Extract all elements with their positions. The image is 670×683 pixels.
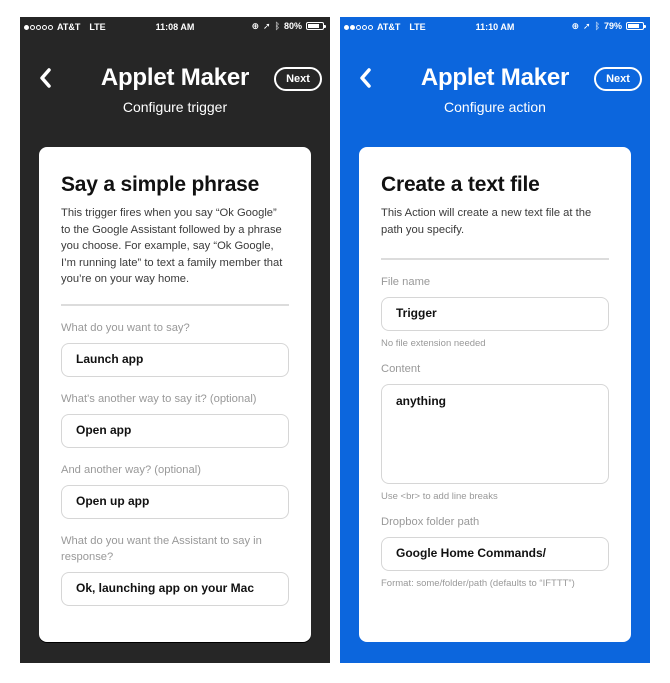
field-label: Dropbox folder path: [381, 516, 480, 528]
file-name-input[interactable]: Trigger: [381, 297, 609, 331]
action-screen: AT&T LTE 11:10 AM ⊕ ➚ ᛒ 79% Applet Maker…: [340, 17, 650, 663]
field-label: What's another way to say it? (optional): [61, 392, 257, 405]
page-subtitle: Configure trigger: [122, 99, 228, 115]
field-label: Content: [381, 363, 421, 375]
card-heading: Say a simple phrase: [61, 173, 260, 196]
card-heading: Create a text file: [381, 173, 540, 196]
response-input[interactable]: Ok, launching app on your Mac: [61, 571, 289, 606]
alt-phrase-2-input[interactable]: Open up app: [61, 484, 289, 519]
page-subtitle: Configure action: [444, 99, 546, 115]
card-description: This Action will create a new text file …: [381, 207, 592, 236]
field-label: File name: [381, 276, 431, 288]
location-arrow-icon: ➚: [583, 21, 591, 31]
field-hint: Use <br> to add line breaks: [381, 491, 498, 502]
field-label: What do you want to say?: [61, 321, 190, 334]
nav-bar: Applet Maker Configure action Next: [340, 57, 650, 127]
next-button[interactable]: Next: [594, 67, 642, 91]
field-label: What do you want the Assistant to say in…: [61, 534, 262, 563]
card-description: This trigger fires when you say “Ok Goog…: [61, 207, 283, 285]
action-card: Create a text file This Action will crea…: [359, 147, 631, 642]
bluetooth-icon: ᛒ: [594, 21, 600, 31]
battery-percent: 80%: [283, 21, 302, 31]
battery-icon: [626, 22, 646, 30]
field-hint: Format: some/folder/path (defaults to “I…: [381, 578, 575, 589]
trigger-screen: AT&T LTE 11:08 AM ⊕ ➚ ᛒ 80% Applet Maker…: [20, 17, 330, 663]
nav-bar: Applet Maker Configure trigger Next: [20, 57, 330, 127]
rotation-lock-icon: ⊕: [251, 21, 260, 31]
field-hint: No file extension needed: [381, 338, 486, 349]
field-label: And another way? (optional): [61, 463, 201, 476]
next-button[interactable]: Next: [274, 67, 322, 91]
bluetooth-icon: ᛒ: [274, 21, 280, 31]
folder-path-input[interactable]: Google Home Commands/: [381, 537, 609, 571]
alt-phrase-input[interactable]: Open app: [61, 413, 289, 448]
divider: [61, 303, 289, 306]
status-bar: AT&T LTE 11:08 AM ⊕ ➚ ᛒ 80%: [20, 17, 330, 37]
rotation-lock-icon: ⊕: [571, 21, 580, 31]
divider: [381, 258, 609, 260]
location-arrow-icon: ➚: [263, 21, 271, 31]
battery-percent: 79%: [603, 21, 622, 31]
battery-icon: [306, 22, 326, 30]
trigger-card: Say a simple phrase This trigger fires w…: [39, 147, 311, 642]
phrase-input[interactable]: Launch app: [61, 342, 289, 377]
status-bar: AT&T LTE 11:10 AM ⊕ ➚ ᛒ 79%: [340, 17, 650, 37]
content-textarea[interactable]: anything: [381, 384, 609, 484]
